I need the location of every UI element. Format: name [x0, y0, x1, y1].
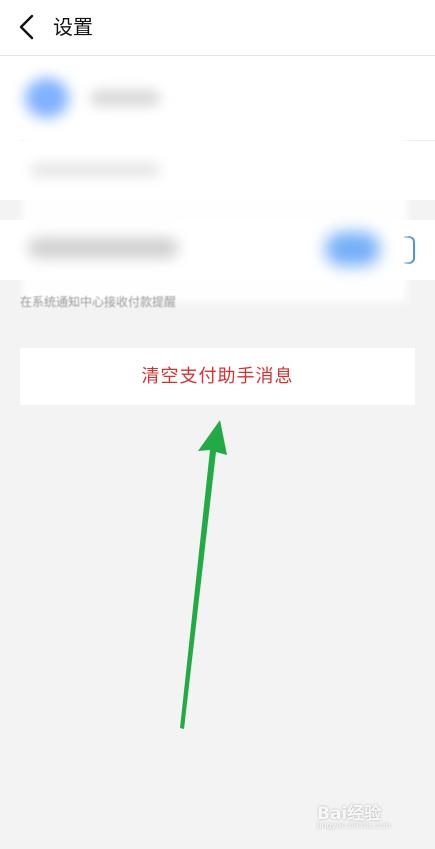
baidu-jingyan-watermark: Bai经验 jingyan.baidu.com [317, 804, 391, 830]
notification-hint: 在系统通知中心接收付款提醒 [20, 295, 177, 309]
blurred-overlay [22, 62, 407, 302]
blurred-name [90, 90, 160, 106]
clear-messages-button[interactable]: 清空支付助手消息 [20, 348, 415, 405]
toggle-switch[interactable] [325, 232, 380, 266]
chevron-left-icon[interactable] [16, 14, 40, 40]
green-arrow-up-icon [180, 420, 227, 729]
blurred-setting-label [28, 238, 178, 258]
page-title: 设置 [53, 15, 93, 39]
avatar [25, 78, 69, 118]
top-bar: 设置 [0, 0, 435, 56]
blurred-row-text [30, 163, 160, 177]
